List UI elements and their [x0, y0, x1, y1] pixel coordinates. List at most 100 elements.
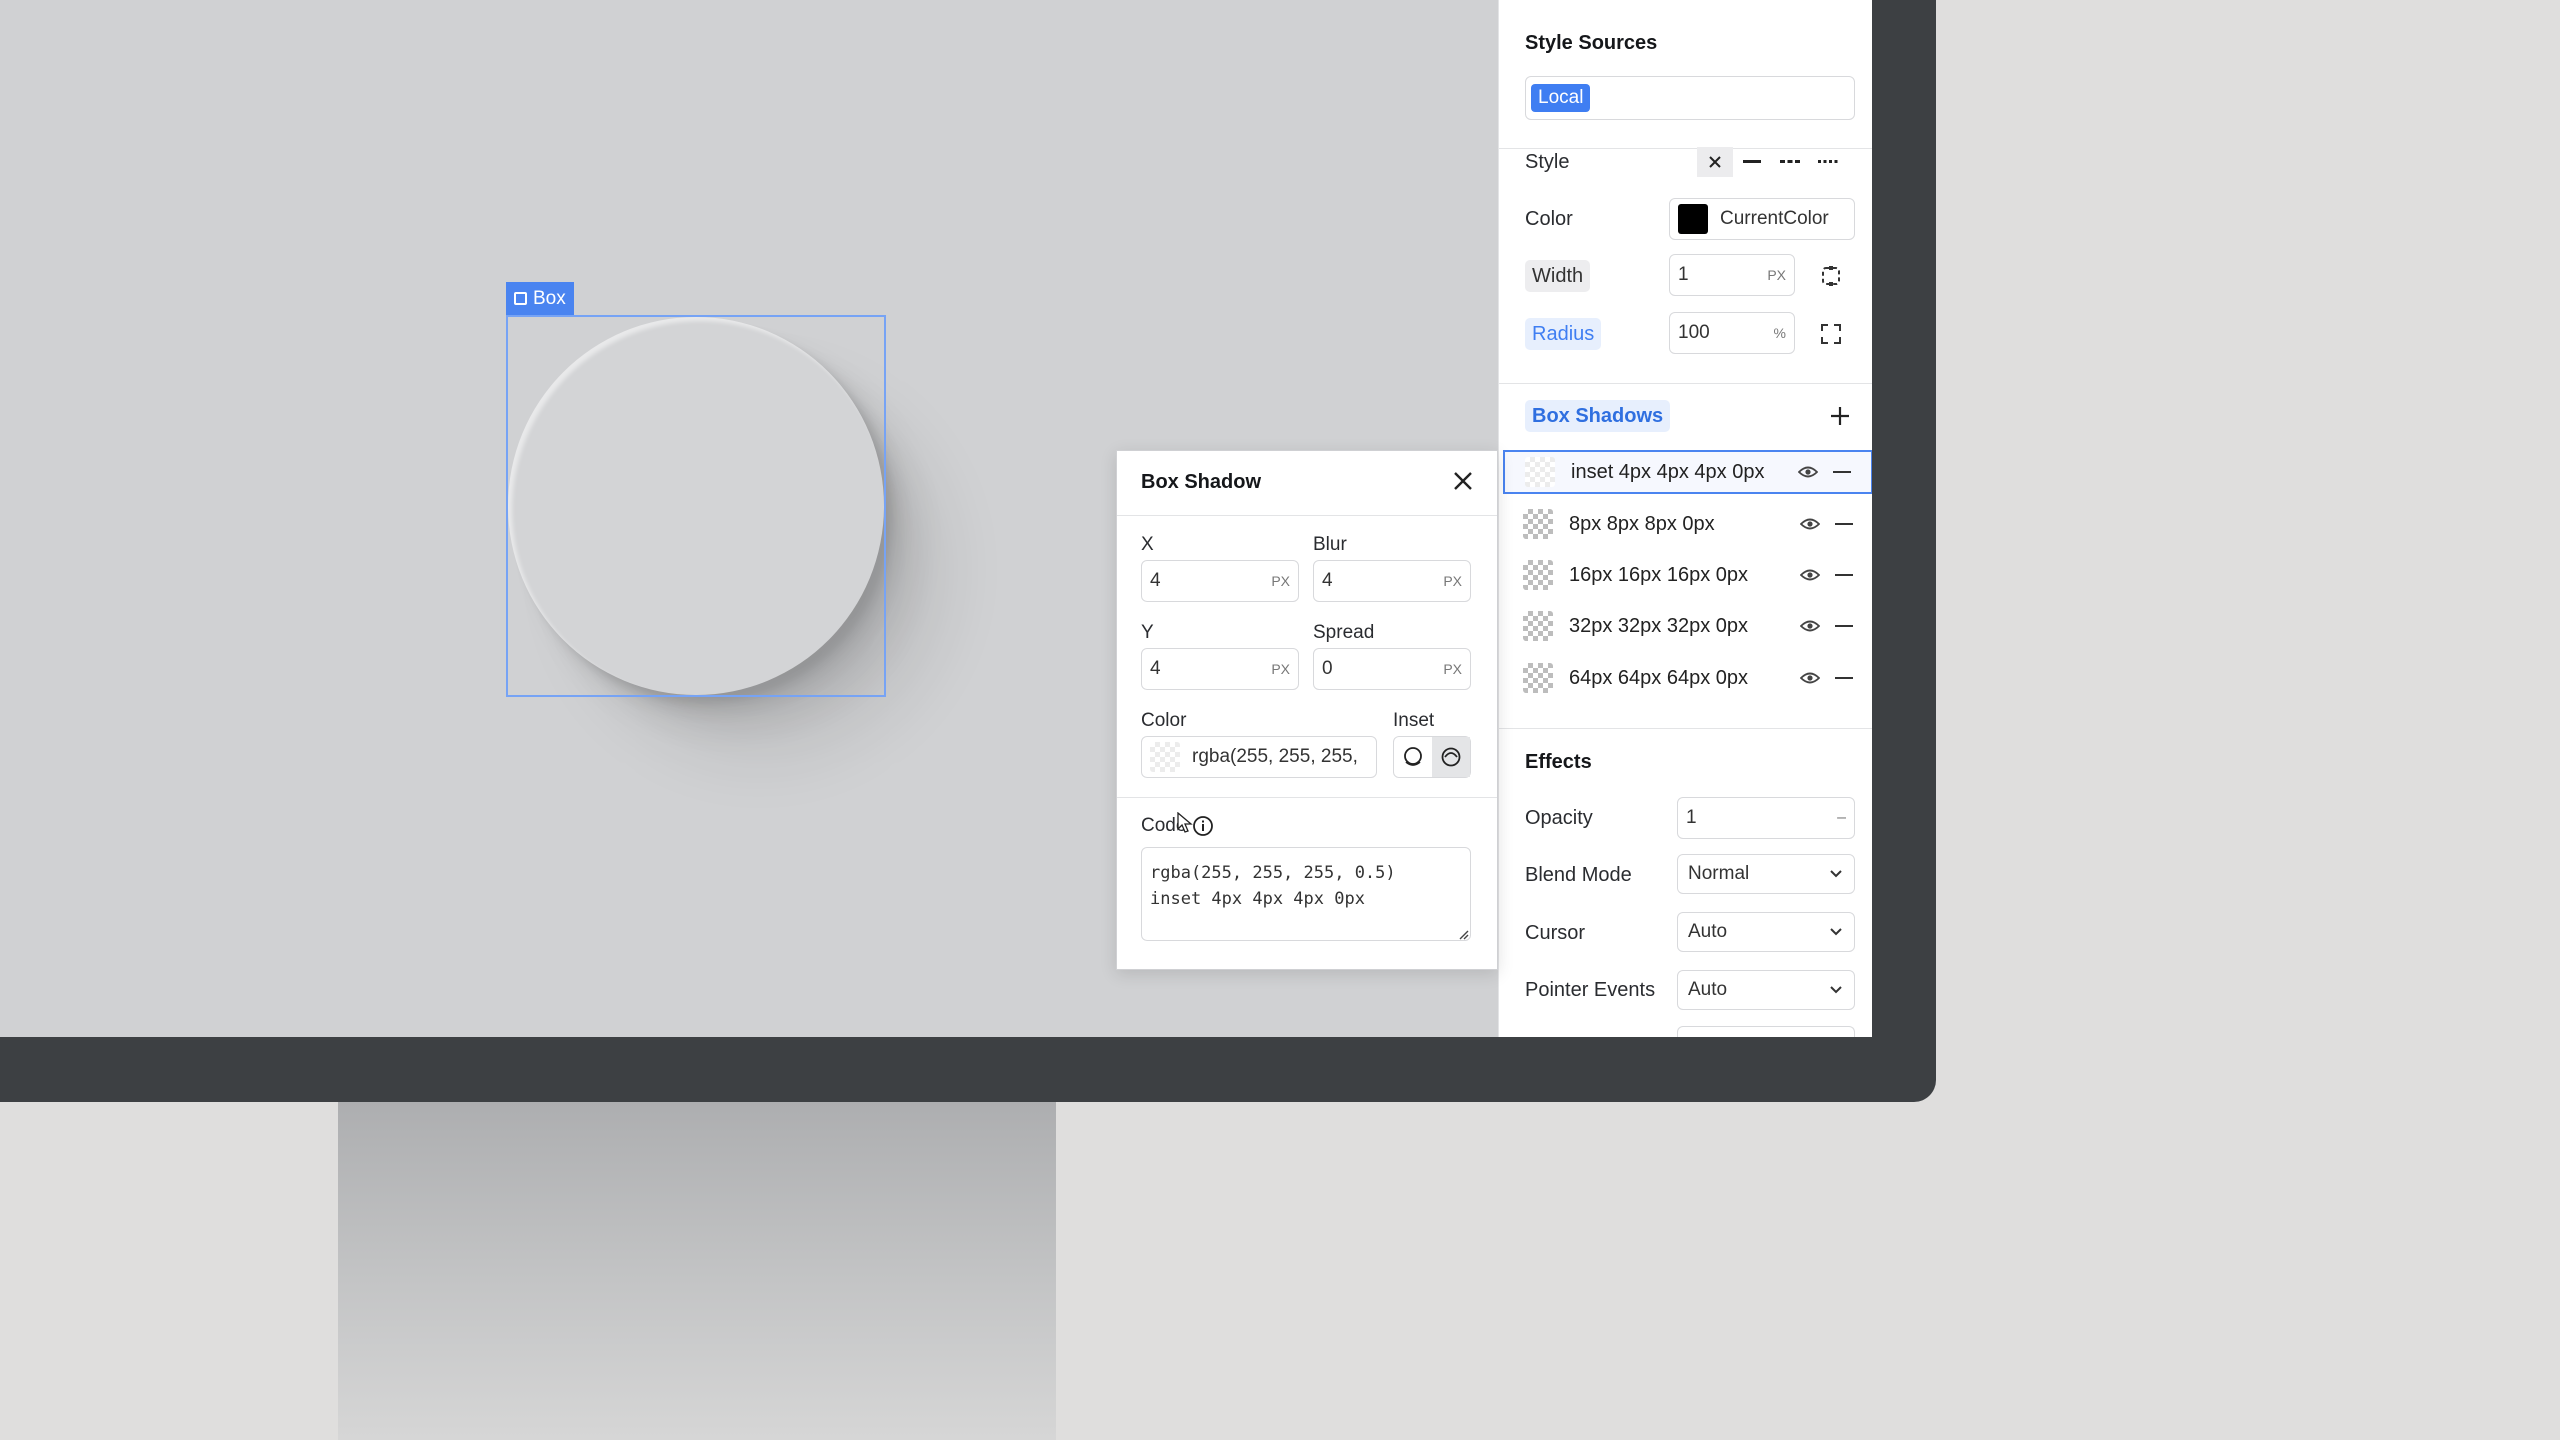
inset-button[interactable] [1432, 737, 1470, 777]
local-token[interactable]: Local [1531, 84, 1591, 112]
shadow-item-label: 8px 8px 8px 0px [1569, 512, 1715, 535]
divider [1499, 383, 1872, 384]
selection-outline [506, 315, 886, 697]
dotted-line-icon [1818, 160, 1838, 163]
border-solid-button[interactable] [1733, 160, 1771, 164]
resize-handle-icon[interactable] [1457, 927, 1469, 945]
spread-value: 0 [1322, 658, 1333, 679]
shadow-swatch [1525, 457, 1555, 487]
remove-shadow-icon[interactable] [1835, 625, 1853, 627]
divider [1117, 515, 1497, 516]
cursor-label: Cursor [1525, 922, 1586, 944]
eye-icon[interactable] [1799, 619, 1821, 633]
border-style-options [1697, 146, 1855, 178]
box-icon [514, 292, 527, 305]
app-screen: Box Style Sources Local Style Color Curr… [0, 0, 1872, 1037]
blend-mode-select[interactable]: Normal [1677, 854, 1855, 894]
radius-unit: % [1773, 325, 1786, 341]
radius-value: 100 [1678, 322, 1710, 343]
chevron-down-icon [1830, 870, 1842, 878]
plus-icon [1831, 407, 1849, 425]
shadow-item[interactable]: 64px 64px 64px 0px [1503, 656, 1872, 700]
shadow-swatch [1523, 611, 1553, 641]
outset-shadow-icon [1404, 747, 1422, 766]
shadow-item[interactable]: inset 4px 4px 4px 0px [1503, 450, 1872, 494]
eye-icon[interactable] [1799, 671, 1821, 685]
shadow-color-field[interactable]: rgba(255, 255, 255, [1141, 736, 1377, 778]
opacity-value: 1 [1686, 807, 1697, 828]
divider [1117, 797, 1497, 798]
chevron-down-icon [1830, 928, 1842, 936]
x-input[interactable]: 4 PX [1141, 560, 1299, 602]
mouse-cursor-icon [1177, 811, 1193, 839]
color-swatch [1678, 204, 1708, 234]
shadow-item[interactable]: 8px 8px 8px 0px [1503, 502, 1872, 546]
shadow-item-label: 32px 32px 32px 0px [1569, 614, 1749, 637]
remove-shadow-icon[interactable] [1833, 471, 1851, 473]
add-shadow-button[interactable] [1829, 405, 1851, 432]
style-sources-title: Style Sources [1525, 32, 1658, 54]
remove-shadow-icon[interactable] [1835, 523, 1853, 525]
blur-unit: PX [1443, 573, 1462, 589]
opacity-unit-icon: – [1837, 809, 1846, 826]
radius-corners-icon[interactable] [1819, 322, 1843, 351]
border-color-field[interactable]: CurrentColor [1669, 198, 1855, 240]
width-input[interactable]: 1 PX [1669, 254, 1795, 296]
close-icon[interactable] [1451, 469, 1475, 498]
border-none-button[interactable] [1697, 147, 1733, 177]
info-icon[interactable] [1192, 815, 1214, 837]
shadow-item-label: 64px 64px 64px 0px [1569, 666, 1749, 689]
shadow-color-value: rgba(255, 255, 255, [1192, 746, 1358, 767]
remove-shadow-icon[interactable] [1835, 574, 1853, 576]
monitor-stand [338, 1102, 1056, 1440]
eye-icon[interactable] [1799, 517, 1821, 531]
cursor-value: Auto [1688, 921, 1728, 942]
x-label: X [1141, 534, 1154, 555]
width-value: 1 [1678, 264, 1689, 285]
border-color-value: CurrentColor [1720, 208, 1829, 229]
border-color-label: Color [1525, 208, 1573, 230]
remove-shadow-icon[interactable] [1835, 677, 1853, 679]
shadow-swatch [1523, 560, 1553, 590]
dialog-title: Box Shadow [1141, 471, 1262, 493]
eye-icon[interactable] [1797, 465, 1819, 479]
shadow-item[interactable]: 16px 16px 16px 0px [1503, 553, 1872, 597]
box-shadows-title[interactable]: Box Shadows [1525, 400, 1671, 432]
x-unit: PX [1271, 573, 1290, 589]
outset-button[interactable] [1394, 737, 1432, 777]
border-dotted-button[interactable] [1809, 160, 1847, 164]
next-select-partial[interactable] [1677, 1026, 1855, 1037]
color-swatch [1150, 742, 1180, 772]
box-shadow-dialog: Box Shadow X 4 PX Blur 4 PX Y 4 PX Sprea… [1116, 450, 1498, 970]
shadow-swatch [1523, 663, 1553, 693]
width-label[interactable]: Width [1525, 260, 1591, 292]
spread-unit: PX [1443, 661, 1462, 677]
spread-input[interactable]: 0 PX [1313, 648, 1471, 690]
radius-input[interactable]: 100 % [1669, 312, 1795, 354]
width-sides-icon[interactable] [1819, 264, 1843, 293]
cursor-select[interactable]: Auto [1677, 912, 1855, 952]
blend-mode-value: Normal [1688, 863, 1750, 884]
style-sources-input[interactable]: Local [1525, 76, 1855, 120]
pointer-events-select[interactable]: Auto [1677, 970, 1855, 1010]
solid-line-icon [1743, 160, 1761, 163]
opacity-input[interactable]: 1 – [1677, 797, 1855, 839]
width-unit: PX [1767, 267, 1786, 283]
shadow-item[interactable]: 32px 32px 32px 0px [1503, 604, 1872, 648]
spread-label: Spread [1313, 622, 1375, 643]
selection-tag[interactable]: Box [506, 282, 574, 315]
dashed-line-icon [1780, 160, 1800, 163]
inset-shadow-icon [1441, 747, 1461, 767]
blend-mode-label: Blend Mode [1525, 864, 1632, 886]
y-input[interactable]: 4 PX [1141, 648, 1299, 690]
eye-icon[interactable] [1799, 568, 1821, 582]
color-label: Color [1141, 710, 1187, 731]
style-panel: Style Sources Local Style Color CurrentC… [1498, 0, 1872, 1037]
code-textarea[interactable]: rgba(255, 255, 255, 0.5) inset 4px 4px 4… [1141, 847, 1471, 941]
effects-title: Effects [1525, 751, 1592, 773]
border-style-label: Style [1525, 151, 1570, 173]
border-dashed-button[interactable] [1771, 160, 1809, 164]
blur-input[interactable]: 4 PX [1313, 560, 1471, 602]
radius-label[interactable]: Radius [1525, 318, 1602, 350]
shadow-item-label: inset 4px 4px 4px 0px [1571, 460, 1765, 483]
